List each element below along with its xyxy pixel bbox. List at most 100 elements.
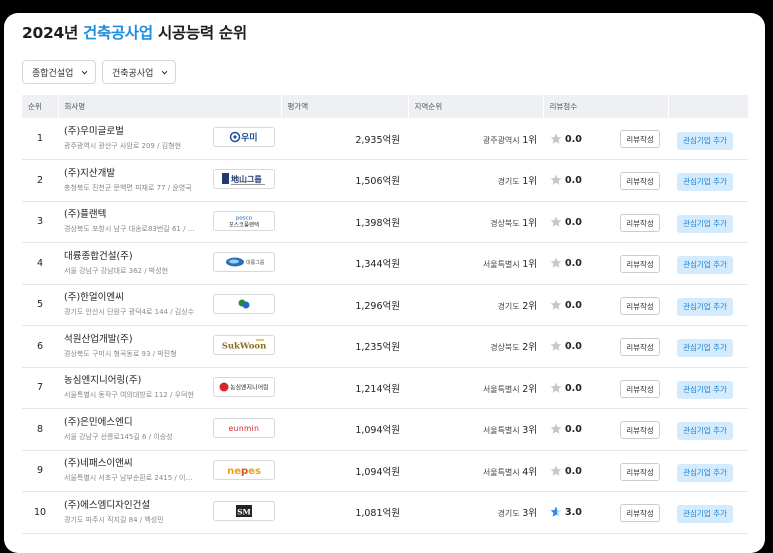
table-row: 5 (주)한얼이엔씨 경기도 안산시 단원구 광덕4로 144 / 김상수 1,… xyxy=(22,284,748,326)
star-icon xyxy=(550,503,562,522)
company-logo: SukWoon xyxy=(213,335,275,355)
write-review-button[interactable]: 리뷰작성 xyxy=(620,172,660,190)
region-cell: 경기도 3위 xyxy=(408,492,543,534)
actions-cell: 관심기업 추가 xyxy=(668,118,748,160)
region-name: 서울특별시 xyxy=(482,384,520,394)
review-score: 0.0 xyxy=(565,424,582,436)
chevron-down-icon xyxy=(162,70,168,74)
amount-cell: 2,935억원 xyxy=(281,118,408,160)
company-address: 경기도 안산시 단원구 광덕4로 144 / 김상수 xyxy=(64,308,195,317)
add-favorite-button[interactable]: 관심기업 추가 xyxy=(677,339,733,358)
write-review-button[interactable]: 리뷰작성 xyxy=(620,379,660,398)
write-review-button[interactable]: 리뷰작성 xyxy=(620,213,660,232)
column-header-region: 지역순위 xyxy=(408,95,544,118)
add-favorite-button[interactable]: 관심기업 추가 xyxy=(677,422,733,441)
add-favorite-button[interactable]: 관심기업 추가 xyxy=(677,131,733,150)
region-name: 서울특별시 xyxy=(482,467,520,477)
business-filter-dropdown[interactable]: 건축공사업 xyxy=(102,60,176,84)
review-cell: 0.0 리뷰작성 xyxy=(543,326,668,368)
region-cell: 서울특별시 2위 xyxy=(408,367,543,409)
review-score: 0.0 xyxy=(565,258,582,270)
column-header-amount: 평가액 xyxy=(281,95,409,118)
write-review-button[interactable]: 리뷰작성 xyxy=(620,296,660,315)
add-favorite-button[interactable]: 관심기업 추가 xyxy=(677,463,733,482)
table-row: 9 (주)네패스이앤씨 서울특별시 서초구 남부순환로 2415 / 이… ne… xyxy=(22,450,748,492)
add-favorite-button[interactable]: 관심기업 추가 xyxy=(677,380,733,399)
region-cell: 서울특별시 4위 xyxy=(408,450,543,492)
rank-cell: 5 xyxy=(22,284,58,326)
company-cell: (주)우미글로벌 광주광역시 광산구 사암로 209 / 김형현 우미 xyxy=(58,118,281,160)
write-review-button[interactable]: 리뷰작성 xyxy=(620,421,660,439)
rank-cell: 9 xyxy=(22,450,58,492)
svg-text:SukWoon: SukWoon xyxy=(222,342,267,352)
column-header-company: 회사명 xyxy=(58,95,282,118)
svg-text:우미: 우미 xyxy=(241,132,258,144)
star-icon xyxy=(550,462,562,481)
add-favorite-button[interactable]: 관심기업 추가 xyxy=(677,173,733,192)
region-name: 서울특별시 xyxy=(482,260,520,270)
review-score: 0.0 xyxy=(565,341,582,353)
rank-number: 7 xyxy=(36,382,44,394)
evaluation-amount: 1,344억원 xyxy=(355,259,400,271)
table-row: 3 (주)플랜텍 경상북도 포항시 남구 대송로83번길 61 / … posc… xyxy=(22,201,748,243)
company-cell: 석원산업개발(주) 경상북도 구미시 형곡동로 93 / 박진형 SukWoon xyxy=(58,326,281,368)
evaluation-amount: 1,506억원 xyxy=(355,176,400,188)
evaluation-amount: 2,935억원 xyxy=(355,134,400,146)
svg-text:eunmin: eunmin xyxy=(229,424,260,433)
region-name: 광주광역시 xyxy=(482,135,520,145)
region-rank: 3위 xyxy=(522,425,537,437)
write-review-button[interactable]: 리뷰작성 xyxy=(620,255,660,273)
rank-cell: 4 xyxy=(22,243,58,285)
review-cell: 0.0 리뷰작성 xyxy=(543,243,668,285)
industry-filter-dropdown[interactable]: 종합건설업 xyxy=(22,60,96,84)
svg-text:posco: posco xyxy=(236,215,253,221)
write-review-button[interactable]: 리뷰작성 xyxy=(620,462,660,481)
table-row: 8 (주)은민에스엔디 서울 강남구 선릉로145길 6 / 이승성 eunmi… xyxy=(22,409,748,451)
region-cell: 경상북도 2위 xyxy=(408,326,543,368)
amount-cell: 1,235억원 xyxy=(281,326,408,368)
add-favorite-button[interactable]: 관심기업 추가 xyxy=(677,505,733,524)
company-logo: 대륭그룹 xyxy=(213,252,275,272)
region-rank: 2위 xyxy=(522,383,537,395)
amount-cell: 1,344억원 xyxy=(281,243,408,285)
table-row: 7 농심엔지니어링(주) 서울특별시 동작구 여의대방로 112 / 우덕현 농… xyxy=(22,367,748,409)
star-icon xyxy=(550,171,562,190)
review-cell: 3.0 리뷰작성 xyxy=(543,492,668,534)
review-score: 0.0 xyxy=(565,465,582,477)
write-review-button[interactable]: 리뷰작성 xyxy=(620,338,660,356)
region-name: 경기도 xyxy=(497,301,520,311)
amount-cell: 1,214억원 xyxy=(281,367,408,409)
table-row: 4 대륭종합건설(주) 서울 강남구 강남대로 362 / 박성현 대륭그룹 1… xyxy=(22,243,748,285)
region-name: 경상북도 xyxy=(490,218,520,228)
write-review-button[interactable]: 리뷰작성 xyxy=(620,130,660,148)
actions-cell: 관심기업 추가 xyxy=(668,367,748,409)
evaluation-amount: 1,296억원 xyxy=(355,300,400,312)
column-header-rank: 순위 xyxy=(22,95,59,118)
region-rank: 1위 xyxy=(522,176,537,188)
rank-cell: 3 xyxy=(22,201,58,243)
rank-number: 8 xyxy=(36,423,44,435)
review-cell: 0.0 리뷰작성 xyxy=(543,201,668,243)
region-cell: 광주광역시 1위 xyxy=(408,118,543,160)
region-cell: 서울특별시 1위 xyxy=(408,243,543,285)
add-favorite-button[interactable]: 관심기업 추가 xyxy=(677,256,733,275)
add-favorite-button[interactable]: 관심기업 추가 xyxy=(677,214,733,233)
region-rank: 1위 xyxy=(522,259,537,271)
company-address: 충청북도 진천군 문백면 피재로 77 / 윤영국 xyxy=(64,183,192,192)
rank-number: 6 xyxy=(36,340,44,352)
rank-number: 9 xyxy=(36,465,44,477)
company-address: 서울 강남구 강남대로 362 / 박성현 xyxy=(64,266,169,275)
region-rank: 2위 xyxy=(522,342,537,354)
actions-cell: 관심기업 추가 xyxy=(668,284,748,326)
company-logo: 地山그룹 xyxy=(213,169,275,189)
title-business: 건축공사업 xyxy=(83,24,153,42)
region-cell: 경기도 1위 xyxy=(408,160,543,202)
amount-cell: 1,094억원 xyxy=(281,450,408,492)
rank-cell: 8 xyxy=(22,409,58,451)
write-review-button[interactable]: 리뷰작성 xyxy=(620,504,660,522)
company-address: 경상북도 포항시 남구 대송로83번길 61 / … xyxy=(64,225,195,234)
actions-cell: 관심기업 추가 xyxy=(668,492,748,534)
add-favorite-button[interactable]: 관심기업 추가 xyxy=(677,297,733,316)
company-cell: 농심엔지니어링(주) 서울특별시 동작구 여의대방로 112 / 우덕현 농심엔… xyxy=(58,367,281,409)
company-logo: eunmin xyxy=(213,418,275,438)
